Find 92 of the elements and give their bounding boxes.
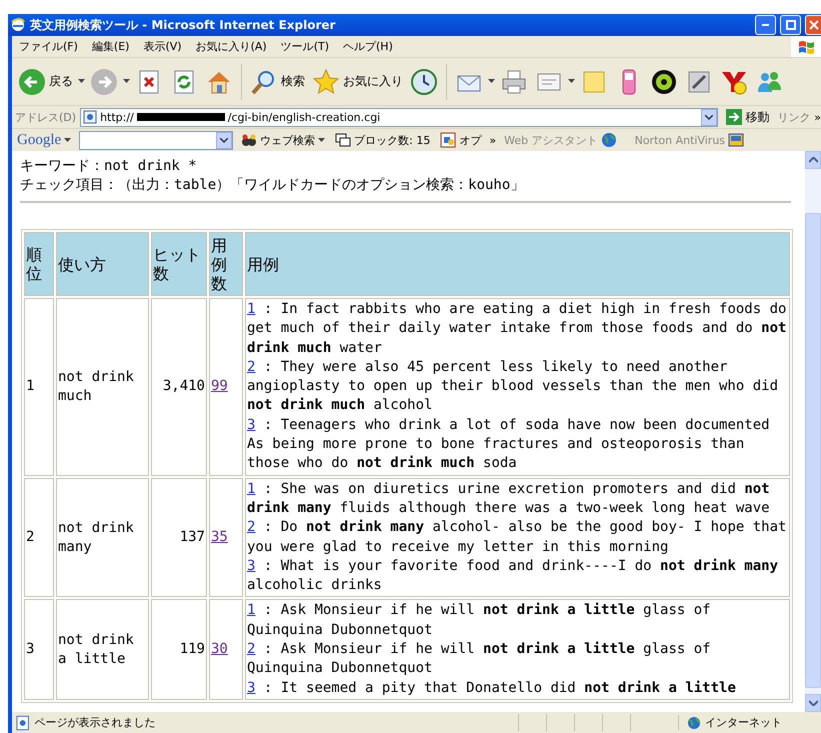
- example-sentence: 3 : Teenagers who drink a lot of soda have now been documented As being more prone to bone fractures and osteoporosis than those who do not drink much soda: [247, 416, 771, 474]
- zone-text: インターネット: [704, 715, 782, 730]
- minimize-button[interactable]: [755, 15, 776, 35]
- printer-icon: [500, 68, 528, 96]
- dropdown-caret-icon: [64, 138, 72, 142]
- example-link[interactable]: 2: [247, 519, 256, 536]
- menu-item[interactable]: 表示(V): [136, 37, 189, 56]
- column-header: 順位: [24, 232, 54, 296]
- check-items-text: チェック項目：（出力：table）「ワイルドカードのオプション検索：kouho」: [20, 176, 526, 195]
- dropdown-button[interactable]: [701, 108, 718, 126]
- clock-icon: [410, 68, 438, 96]
- status-text: ページが表示されました: [34, 715, 156, 730]
- example-link[interactable]: 1: [247, 602, 256, 618]
- column-header: 用例数: [209, 232, 243, 296]
- menu-item[interactable]: ヘルプ(H): [336, 37, 400, 56]
- page-icon: [15, 714, 30, 730]
- table-cell: 1: [24, 298, 54, 476]
- close-button[interactable]: [805, 15, 821, 35]
- chevron[interactable]: »: [489, 134, 496, 146]
- right-arrow-icon: [726, 109, 742, 125]
- table-cell: 119: [151, 599, 207, 700]
- address-field[interactable]: http:// /cgi-bin/english-creation.cgi: [80, 108, 718, 126]
- options-icon: [440, 132, 456, 148]
- scroll-down-icon: [808, 700, 818, 706]
- column-header: 用例: [245, 232, 790, 296]
- binoculars-icon: [241, 132, 258, 148]
- menu-item[interactable]: 編集(E): [84, 37, 136, 56]
- browser-icon: [10, 17, 26, 33]
- chevron[interactable]: »: [814, 110, 821, 124]
- maximize-button[interactable]: [780, 15, 801, 35]
- window-title: 英文用例検索ツール - Microsoft Internet Explorer: [30, 16, 336, 34]
- table-cell: 2: [24, 478, 54, 598]
- count-link[interactable]: 30: [211, 641, 228, 658]
- example-sentence: 1 : In fact rabbits who are eating a diet high in fresh foods do get much of their daily water intake from those foods and do not drink much water: [247, 300, 788, 358]
- options-button[interactable]: オプ: [438, 132, 484, 148]
- maximize-icon: [786, 20, 796, 30]
- example-link[interactable]: 3: [247, 680, 256, 696]
- table-cell: not drink a little: [56, 599, 149, 700]
- menu-item[interactable]: ツール(T): [274, 37, 336, 56]
- windows-icon: [335, 132, 352, 148]
- address-label: アドレス(D): [15, 110, 76, 124]
- example-link[interactable]: 1: [247, 301, 256, 317]
- table-cell: not drink much: [56, 298, 149, 476]
- menu-item[interactable]: ファイル(F): [12, 37, 85, 56]
- count-link[interactable]: 35: [211, 529, 228, 546]
- keyword-text: キーワード：not drink *: [20, 157, 198, 176]
- table-cell: 3,410: [151, 298, 207, 476]
- antivirus-icon: [728, 132, 744, 148]
- url-text: /cgi-bin/english-creation.cgi: [228, 110, 380, 124]
- dropdown-caret-icon: [123, 79, 130, 84]
- table-cell: 3: [24, 599, 54, 700]
- dropdown-button[interactable]: [216, 132, 232, 148]
- globe-icon: [686, 716, 701, 730]
- dropdown-caret-icon: [318, 138, 326, 142]
- disc-icon: [650, 68, 678, 96]
- links-label[interactable]: リンク: [777, 110, 810, 124]
- example-link[interactable]: 3: [247, 558, 256, 574]
- star-icon: [312, 68, 340, 96]
- flag-logo-icon: [797, 38, 815, 54]
- example-link[interactable]: 3: [247, 416, 256, 433]
- search-button[interactable]: 検索: [248, 66, 307, 98]
- dropdown-caret-icon: [488, 79, 495, 84]
- table-cell: not drink many: [56, 478, 149, 598]
- column-header: 使い方: [56, 232, 149, 296]
- dropdown-caret-icon: [78, 79, 85, 84]
- close-icon: [808, 20, 818, 30]
- example-sentence: 3 : What is your favorite food and drink----I do not drink many alcoholic drinks: [247, 556, 780, 596]
- example-link[interactable]: 1: [247, 480, 256, 497]
- scrollbar[interactable]: [805, 151, 821, 712]
- globe-icon: [600, 132, 617, 148]
- favorites-button[interactable]: お気に入り: [310, 66, 405, 98]
- go-button[interactable]: 移動: [722, 108, 774, 126]
- popup-blocker-button[interactable]: ブロック数: 15: [333, 132, 432, 148]
- web-search-button[interactable]: ウェブ検索: [239, 132, 328, 148]
- column-header: ヒット数: [151, 232, 207, 296]
- google-menu-button[interactable]: Google: [15, 132, 74, 148]
- scroll-thumb[interactable]: [805, 213, 821, 688]
- search-field[interactable]: [79, 130, 234, 150]
- back-button[interactable]: 戻る: [16, 66, 75, 98]
- count-link[interactable]: 99: [211, 378, 228, 394]
- scroll-up-icon: [808, 157, 818, 163]
- example-sentence: 2 : They were also 45 percent less likely to need another angioplasty to open up their blood vessels than the men who did not drink much alcohol: [247, 358, 780, 416]
- example-link[interactable]: 2: [247, 358, 256, 375]
- table-cell: 137: [151, 478, 207, 598]
- minimize-icon: [762, 24, 769, 26]
- menu-item[interactable]: お気に入り(A): [188, 37, 274, 56]
- example-sentence: 3 : It seemed a pity that Donatello did not drink a little: [247, 678, 737, 698]
- url-text: http://: [100, 110, 134, 124]
- page-icon: [83, 110, 98, 124]
- example-link[interactable]: 2: [247, 641, 256, 658]
- google-logo: Google: [17, 132, 62, 148]
- dropdown-caret-icon: [568, 79, 575, 84]
